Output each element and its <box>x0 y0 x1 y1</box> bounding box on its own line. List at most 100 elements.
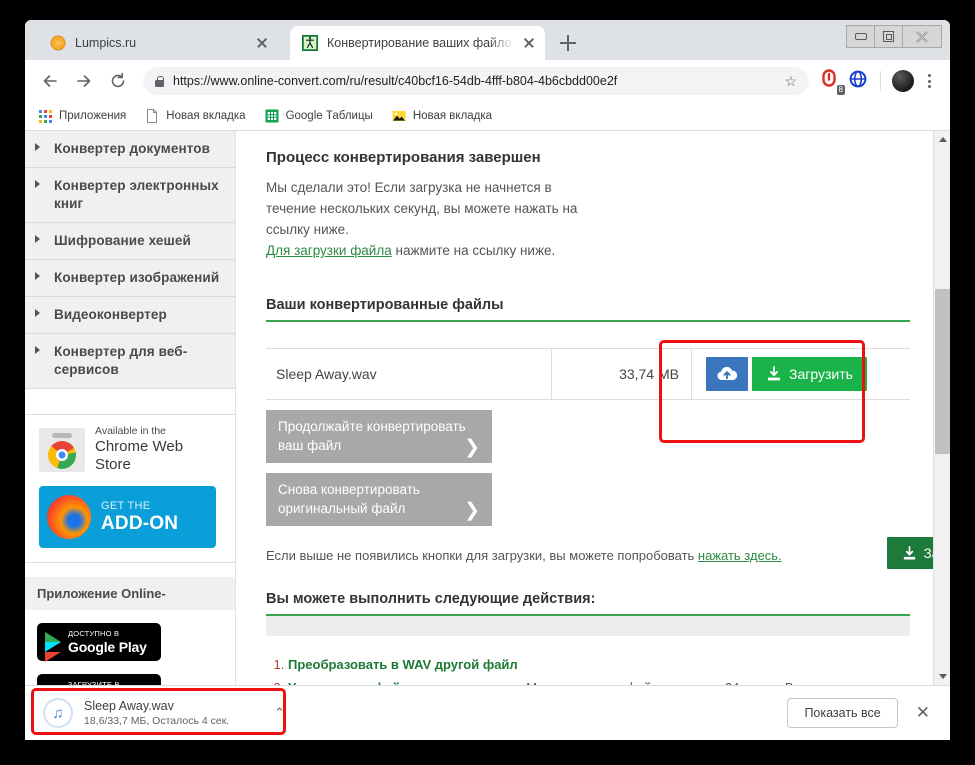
firefox-ad-line1: GET THE <box>101 500 151 512</box>
chevron-right-icon <box>35 309 47 317</box>
bookmark-label: Новая вкладка <box>412 110 493 122</box>
tab-title: Конвертирование ваших файло <box>327 36 512 50</box>
bookmark-apps[interactable]: Приложения <box>37 108 126 124</box>
download-link-tail: нажмите на ссылку ниже. <box>391 243 556 258</box>
forward-button[interactable] <box>69 66 99 96</box>
google-play-icon <box>45 632 61 652</box>
close-icon[interactable] <box>254 35 270 51</box>
continue-convert-button[interactable]: Продолжайте конвертировать ваш файл ❯ <box>266 410 492 463</box>
sidebar-menu: Конвертер документов Конвертер электронн… <box>25 131 235 389</box>
scrollbar-thumb[interactable] <box>935 289 950 454</box>
download-shelf: ♫ Sleep Away.wav 18,6/33,7 МБ, Осталось … <box>25 685 950 740</box>
list-item[interactable]: Преобразовать в WAV другой файл <box>288 654 910 675</box>
sidebar-item-documents[interactable]: Конвертер документов <box>25 131 235 168</box>
convert-again-label: Снова конвертировать оригинальный файл <box>278 482 420 516</box>
browser-window: Lumpics.ru Конвертирование ваших файло h… <box>25 20 950 685</box>
chevron-right-icon: ❯ <box>464 500 480 521</box>
chrome-web-store-ad[interactable]: Available in the Chrome Web Store <box>39 425 221 474</box>
sidebar-divider <box>25 562 235 563</box>
bookmark-label: Новая вкладка <box>166 110 246 122</box>
minimize-icon <box>854 33 867 40</box>
bookmarks-bar: Приложения Новая вкладка Google Таблицы … <box>25 102 950 131</box>
bookmark-newtab-1[interactable]: Новая вкладка <box>144 108 246 124</box>
download-icon <box>903 545 915 559</box>
lock-icon <box>155 75 164 87</box>
download-file-name: Sleep Away.wav <box>84 699 174 713</box>
shelf-actions: Показать все ✕ <box>787 698 950 728</box>
adblock-extension-icon[interactable]: 8 <box>818 68 845 95</box>
sidebar-item-label: Конвертер документов <box>54 141 210 156</box>
bookmark-newtab-2[interactable]: Новая вкладка <box>391 108 492 124</box>
site-sidebar: Конвертер документов Конвертер электронн… <box>25 131 236 685</box>
scroll-down-arrow-icon[interactable] <box>934 668 950 685</box>
maximize-icon <box>883 31 894 42</box>
google-play-badge[interactable]: доступно в Google Play <box>37 623 161 661</box>
globe-extension-icon[interactable] <box>847 68 873 94</box>
chrome-ad-line1: Available in the <box>95 425 167 437</box>
fallback-note-text: Если выше не появились кнопки для загруз… <box>266 548 698 563</box>
avatar[interactable] <box>892 70 914 92</box>
sidebar-item-label: Шифрование хешей <box>54 233 191 248</box>
chevron-right-icon <box>35 235 47 243</box>
screen-background: Lumpics.ru Конвертирование ваших файло h… <box>0 0 975 765</box>
cloud-upload-icon <box>717 366 738 380</box>
sidebar-item-ebooks[interactable]: Конвертер электронных книг <box>25 168 235 223</box>
download-item[interactable]: ♫ Sleep Away.wav 18,6/33,7 МБ, Осталось … <box>43 694 293 732</box>
file-size-cell: 33,74 MB <box>552 349 692 399</box>
firefox-ad-line2: ADD-ON <box>101 513 179 534</box>
sidebar-item-label: Конвертер для веб-сервисов <box>54 344 188 377</box>
address-bar[interactable]: https://www.online-convert.com/ru/result… <box>143 67 809 95</box>
chevron-right-icon <box>35 346 47 354</box>
vertical-scrollbar[interactable] <box>933 131 950 685</box>
chrome-icon <box>39 427 85 472</box>
sidebar-item-video[interactable]: Видеоконвертер <box>25 297 235 334</box>
back-button[interactable] <box>35 66 65 96</box>
tab-lumpics[interactable]: Lumpics.ru <box>38 26 278 60</box>
new-tab-button[interactable] <box>555 30 581 56</box>
close-window-button[interactable] <box>903 26 941 47</box>
apps-grid-icon <box>37 108 53 124</box>
convert-again-button[interactable]: Снова конвертировать оригинальный файл ❯ <box>266 473 492 526</box>
download-button[interactable]: Загрузить <box>752 357 867 391</box>
maximize-button[interactable] <box>875 26 903 47</box>
chrome-ad-line2: Chrome Web Store <box>95 438 184 473</box>
continue-convert-label: Продолжайте конвертировать ваш файл <box>278 419 466 453</box>
reload-button[interactable] <box>103 66 133 96</box>
list-item[interactable]: Удалите ваш файл с нашего сервера. Мы хр… <box>288 677 910 685</box>
download-button-label: Загрузить <box>789 366 853 382</box>
file-actions-cell: Загрузить <box>692 349 910 399</box>
download-file-link[interactable]: Для загрузки файла <box>266 243 392 258</box>
firefox-addon-ad[interactable]: GET THE ADD-ON <box>39 486 216 548</box>
play-line2: Google Play <box>68 639 147 655</box>
firefox-icon <box>47 495 91 539</box>
sheets-icon <box>264 108 280 124</box>
converted-files-heading: Ваши конвертированные файлы <box>266 297 910 322</box>
bookmark-star-icon[interactable]: ☆ <box>784 73 797 90</box>
bookmark-label: Google Таблицы <box>285 110 373 122</box>
toolbar-separator <box>880 71 881 91</box>
page-viewport: Конвертер документов Конвертер электронн… <box>25 131 950 685</box>
tab-converter[interactable]: Конвертирование ваших файло <box>290 26 545 60</box>
green-converter-icon <box>302 35 318 51</box>
action-bold: Преобразовать в WAV другой файл <box>288 657 518 672</box>
bookmark-google-sheets[interactable]: Google Таблицы <box>264 108 373 124</box>
sidebar-item-webservices[interactable]: Конвертер для веб-сервисов <box>25 334 235 389</box>
scroll-up-arrow-icon[interactable] <box>934 131 950 148</box>
orange-circle-icon <box>50 35 66 51</box>
minimize-button[interactable] <box>847 26 875 47</box>
show-all-downloads-button[interactable]: Показать все <box>787 698 898 728</box>
chevron-up-icon[interactable]: ⌃ <box>274 705 285 721</box>
download-status: 18,6/33,7 МБ, Осталось 4 сек. <box>84 715 230 727</box>
browser-menu-button[interactable] <box>918 72 940 90</box>
close-icon[interactable] <box>521 35 537 51</box>
sidebar-item-images[interactable]: Конвертер изображений <box>25 260 235 297</box>
lead-line-3: ссылку ниже. <box>266 222 349 237</box>
cloud-upload-button[interactable] <box>706 357 748 391</box>
close-shelf-icon[interactable]: ✕ <box>912 703 934 723</box>
click-here-link[interactable]: нажать здесь. <box>698 548 782 563</box>
sidebar-item-hash[interactable]: Шифрование хешей <box>25 223 235 260</box>
main-content: Процесс конвертирования завершен Мы сдел… <box>236 131 950 685</box>
bookmark-label: Приложения <box>59 110 127 122</box>
sidebar-spacer <box>25 389 235 415</box>
app-store-badge[interactable]:  Загрузите в App Store <box>37 674 161 685</box>
